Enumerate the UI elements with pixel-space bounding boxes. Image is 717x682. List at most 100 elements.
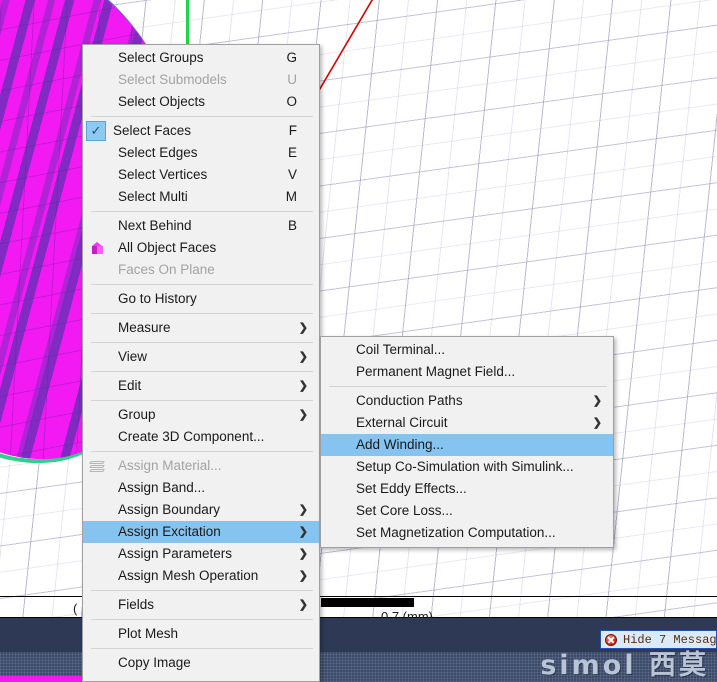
menu-item-assign-excitation[interactable]: Assign Excitation ❯ [83,521,319,543]
menu-item-icon-slot [321,412,349,434]
menu-item-label: Next Behind [118,218,192,233]
menu-item-group[interactable]: Group ❯ [83,404,319,426]
submenu-item-add-winding[interactable]: Add Winding... [321,434,613,456]
menu-item-label: Group [118,407,156,422]
menu-separator [91,400,313,401]
submenu-item-conduction-paths[interactable]: Conduction Paths ❯ [321,390,613,412]
assign-excitation-submenu[interactable]: Coil Terminal... Permanent Magnet Field..… [320,336,614,548]
menu-item-icon-slot [321,456,349,478]
menu-item-go-to-history[interactable]: Go to History [83,288,319,310]
menu-item-label: Select Objects [118,94,206,109]
menu-item-assign-boundary[interactable]: Assign Boundary ❯ [83,499,319,521]
menu-item-icon-slot [83,426,111,448]
menu-item-icon-slot [83,69,111,91]
menu-item-assign-parameters[interactable]: Assign Parameters ❯ [83,543,319,565]
menu-item-icon-slot [321,361,349,383]
menu-item-shortcut: M [285,189,297,204]
menu-item-icon-slot [83,346,111,368]
menu-item-icon-slot [83,237,111,259]
menu-separator [91,284,313,285]
menu-item-select-faces[interactable]: ✓ Select Faces F [83,120,319,142]
menu-item-shortcut: F [288,123,297,138]
menu-item-select-vertices[interactable]: Select Vertices V [83,164,319,186]
submenu-item-set-magnetization-computation[interactable]: Set Magnetization Computation... [321,522,613,544]
chevron-right-icon: ❯ [592,395,602,407]
menu-item-select-multi[interactable]: Select Multi M [83,186,319,208]
menu-item-icon-slot [321,500,349,522]
menu-item-label: Set Core Loss... [356,503,453,518]
menu-item-icon-slot [83,499,111,521]
menu-item-label: Edit [118,378,142,393]
menu-item-icon-slot [321,390,349,412]
submenu-item-coil-terminal[interactable]: Coil Terminal... [321,339,613,361]
menu-item-select-objects[interactable]: Select Objects O [83,91,319,113]
menu-item-select-edges[interactable]: Select Edges E [83,142,319,164]
menu-item-icon-slot [83,47,111,69]
submenu-item-external-circuit[interactable]: External Circuit ❯ [321,412,613,434]
menu-separator [91,116,313,117]
menu-item-icon-slot [321,522,349,544]
hide-messages-label: Hide 7 Messages [623,632,717,647]
menu-item-label: Set Eddy Effects... [356,481,467,496]
menu-item-view[interactable]: View ❯ [83,346,319,368]
submenu-item-setup-co-simulation-with-simulink[interactable]: Setup Co-Simulation with Simulink... [321,456,613,478]
menu-item-label: View [118,349,148,364]
menu-item-icon-slot [83,455,111,477]
menu-item-create-3d-component[interactable]: Create 3D Component... [83,426,319,448]
menu-item-label: Select Faces [113,123,192,138]
submenu-item-set-eddy-effects[interactable]: Set Eddy Effects... [321,478,613,500]
menu-item-icon-slot [321,434,349,456]
menu-item-label: Fields [118,597,155,612]
menu-item-icon-slot [83,477,111,499]
menu-item-shortcut: E [287,145,297,160]
menu-item-shortcut: B [287,218,297,233]
menu-item-icon-slot [83,142,111,164]
menu-separator [91,371,313,372]
menu-item-assign-material: Assign Material... [83,455,319,477]
menu-item-label: Permanent Magnet Field... [356,364,516,379]
menu-item-select-submodels: Select Submodels U [83,69,319,91]
menu-item-copy-image[interactable]: Copy Image [83,652,319,674]
menu-item-icon-slot [83,521,111,543]
menu-item-select-groups[interactable]: Select Groups G [83,47,319,69]
check-icon: ✓ [90,123,102,138]
chevron-right-icon: ❯ [298,570,308,582]
menu-separator [91,648,313,649]
menu-item-shortcut: V [287,167,297,182]
menu-item-assign-mesh-operation[interactable]: Assign Mesh Operation ❯ [83,565,319,587]
menu-item-icon-slot [83,652,111,674]
menu-item-plot-mesh[interactable]: Plot Mesh [83,623,319,645]
menu-item-label: Coil Terminal... [356,342,446,357]
menu-item-label: Select Edges [118,145,198,160]
menu-item-icon-slot [83,91,111,113]
menu-item-label: Assign Material... [118,458,222,473]
menu-item-icon-slot [83,186,111,208]
chevron-right-icon: ❯ [298,599,308,611]
submenu-item-set-core-loss[interactable]: Set Core Loss... [321,500,613,522]
menu-separator [329,386,607,387]
simol-watermark: simol 西莫 [540,650,709,681]
menu-item-assign-band[interactable]: Assign Band... [83,477,319,499]
menu-item-icon-slot [83,565,111,587]
menu-item-shortcut: G [286,50,297,65]
menu-item-icon-slot [321,478,349,500]
submenu-item-permanent-magnet-field[interactable]: Permanent Magnet Field... [321,361,613,383]
bottom-color-swatch [0,676,95,682]
menu-item-icon-slot [83,404,111,426]
menu-item-label: Copy Image [118,655,191,670]
error-circle-icon [605,633,617,646]
menu-item-fields[interactable]: Fields ❯ [83,594,319,616]
menu-item-next-behind[interactable]: Next Behind B [83,215,319,237]
menu-item-label: Select Submodels [118,72,227,87]
menu-item-measure[interactable]: Measure ❯ [83,317,319,339]
scale-partial-text: ( [73,601,78,616]
hide-messages-button[interactable]: Hide 7 Messages [600,630,717,649]
menu-item-all-object-faces[interactable]: All Object Faces [83,237,319,259]
menu-item-label: Go to History [118,291,197,306]
menu-item-label: Conduction Paths [356,393,463,408]
menu-item-label: Select Groups [118,50,204,65]
context-menu[interactable]: Select Groups G Select Submodels U Select Ob… [82,44,320,682]
menu-item-icon-slot [321,339,349,361]
menu-item-edit[interactable]: Edit ❯ [83,375,319,397]
layers-icon [89,460,105,472]
